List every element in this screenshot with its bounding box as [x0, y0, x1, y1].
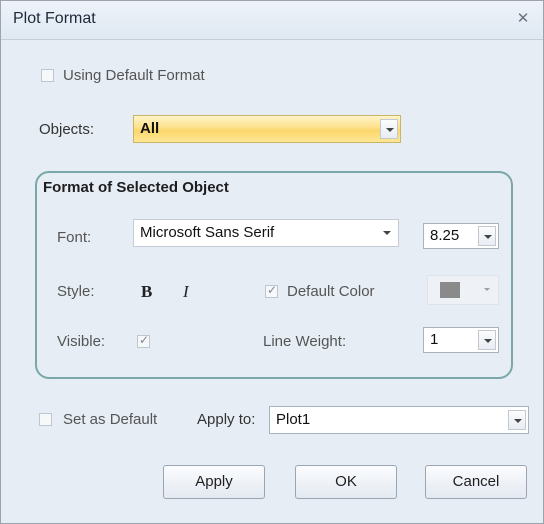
title-bar: Plot Format ✕	[1, 1, 543, 40]
line-weight-value: 1	[430, 331, 439, 348]
chevron-down-icon[interactable]	[478, 330, 496, 350]
apply-to-select[interactable]: Plot1	[269, 406, 529, 434]
close-icon[interactable]: ✕	[513, 9, 533, 29]
color-swatch	[440, 282, 460, 298]
default-color-checkbox[interactable]	[265, 283, 278, 298]
objects-label: Objects:	[39, 121, 95, 138]
visible-label: Visible:	[57, 333, 106, 350]
font-label: Font:	[57, 229, 92, 246]
using-default-format-label: Using Default Format	[63, 67, 205, 84]
apply-button[interactable]: Apply	[163, 465, 265, 499]
objects-select[interactable]: All	[133, 115, 401, 143]
ok-button[interactable]: OK	[295, 465, 397, 499]
set-as-default-checkbox[interactable]	[39, 413, 52, 426]
font-size-value: 8.25	[430, 227, 460, 244]
chevron-down-icon[interactable]	[380, 119, 398, 139]
cancel-button[interactable]: Cancel	[425, 465, 527, 499]
using-default-format-checkbox[interactable]	[41, 69, 54, 82]
chevron-down-icon	[484, 288, 490, 291]
color-picker[interactable]	[427, 275, 499, 305]
font-select[interactable]: Microsoft Sans Serif	[133, 219, 399, 247]
apply-to-label: Apply to:	[197, 411, 256, 428]
set-as-default-label: Set as Default	[63, 411, 158, 428]
font-size-select[interactable]: 8.25	[423, 223, 499, 249]
objects-value: All	[140, 120, 160, 137]
window-title: Plot Format	[13, 10, 96, 27]
line-weight-label: Line Weight:	[263, 333, 347, 350]
group-title: Format of Selected Object	[43, 179, 229, 196]
chevron-down-icon[interactable]	[478, 226, 496, 246]
apply-to-value: Plot1	[276, 411, 311, 428]
chevron-down-icon[interactable]	[378, 223, 396, 243]
bold-button[interactable]: B	[141, 282, 152, 302]
font-value: Microsoft Sans Serif	[140, 224, 275, 241]
italic-button[interactable]: I	[183, 282, 189, 302]
style-label: Style:	[57, 283, 95, 300]
visible-checkbox[interactable]	[137, 333, 150, 348]
plot-format-dialog: Plot Format ✕ Using Default Format Objec…	[0, 0, 544, 524]
default-color-label: Default Color	[287, 283, 375, 300]
line-weight-select[interactable]: 1	[423, 327, 499, 353]
chevron-down-icon[interactable]	[508, 410, 526, 430]
